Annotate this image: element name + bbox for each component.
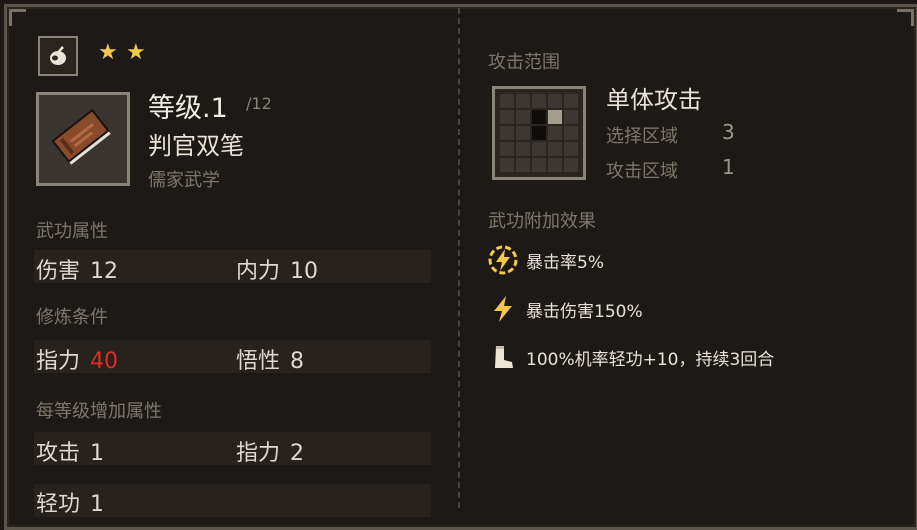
attributes-title: 武功属性 [36,221,108,242]
panel-corner [9,9,26,26]
skill-name: 判官双笔 [148,132,244,160]
attack-type: 单体攻击 [606,86,702,114]
brush-icon[interactable] [38,36,78,76]
lightning-circle-icon [486,243,520,277]
boot-icon [486,340,520,374]
per-level-attack: 攻击 1 [36,441,105,466]
attribute-damage: 伤害 12 [36,259,119,284]
panel-corner [897,9,914,26]
per-level-finger-power: 指力 2 [236,441,305,466]
attack-area-label: 攻击区域 [606,161,678,182]
attack-area-value: 1 [722,155,735,179]
skill-school: 儒家武学 [148,170,220,191]
select-area-value: 3 [722,120,735,144]
select-area-label: 选择区域 [606,126,678,147]
level-max: /12 [246,94,272,113]
bonus-effect-item: 100%机率轻功+10，持续3回合 [486,340,774,374]
attack-range-grid [492,86,586,180]
bonus-effect-item: 暴击率5% [486,243,604,277]
star-icon: ★ [98,40,118,65]
book-icon[interactable] [36,92,130,186]
attack-range-title: 攻击范围 [488,52,560,73]
per-level-lightness: 轻功 1 [36,492,105,517]
attribute-internal-power: 内力 10 [236,259,319,284]
lightning-icon [486,292,520,326]
requirement-comprehension: 悟性 8 [236,349,305,374]
level-label: 等级.1 [148,93,228,124]
per-level-title: 每等级增加属性 [36,401,162,422]
bonus-effect-item: 暴击伤害150% [486,292,643,326]
bonus-effects-title: 武功附加效果 [488,211,596,232]
requirements-title: 修炼条件 [36,307,108,328]
column-divider [458,8,460,508]
star-icon: ★ [126,40,146,65]
requirement-finger-power: 指力 40 [36,349,119,374]
